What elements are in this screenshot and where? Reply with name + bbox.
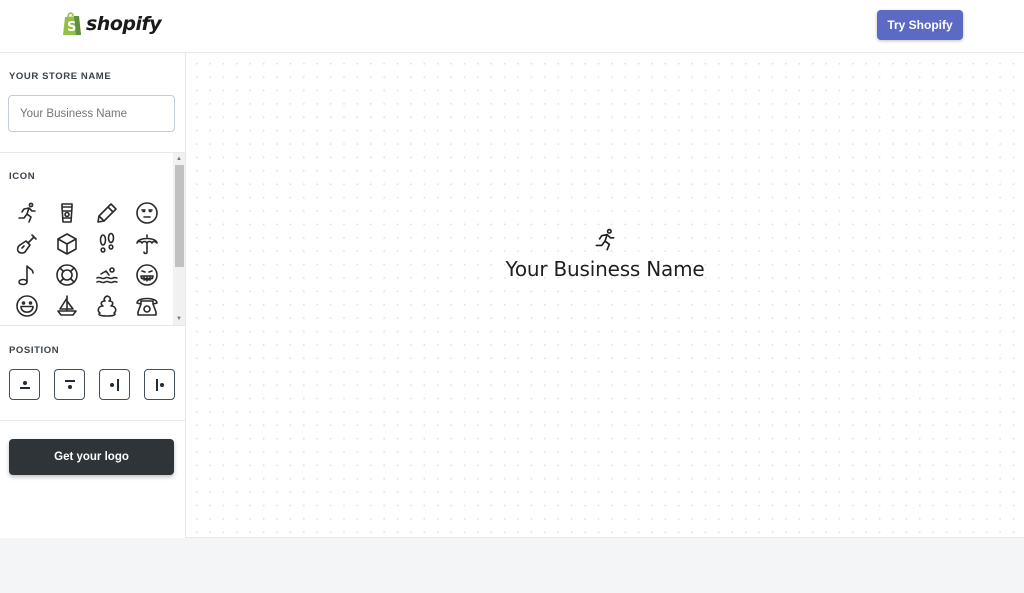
- store-name-input[interactable]: [8, 95, 175, 132]
- icon-section: ICON ▲ ▼: [0, 153, 185, 326]
- store-name-section: YOUR STORE NAME: [0, 53, 185, 153]
- icon-option-umbrella[interactable]: [127, 228, 167, 259]
- logo-preview-canvas: Your Business Name: [186, 53, 1024, 538]
- line-icon: [65, 380, 75, 382]
- icon-grid: [7, 197, 167, 321]
- poop-icon: [97, 294, 117, 317]
- position-icon-above-button[interactable]: [54, 369, 85, 400]
- logo-preview: Your Business Name: [186, 227, 1024, 281]
- grinning-teeth-face-icon: [136, 263, 158, 286]
- icon-option-cube[interactable]: [47, 228, 87, 259]
- line-icon: [156, 379, 158, 391]
- lifebuoy-icon: [56, 263, 78, 286]
- icon-option-grinning-teeth-face[interactable]: [127, 259, 167, 290]
- line-icon: [117, 379, 119, 391]
- pencil-icon: [97, 202, 117, 223]
- dot-icon: [110, 383, 114, 387]
- umbrella-icon: [136, 233, 158, 254]
- top-header: S shopify Try Shopify: [0, 0, 1024, 53]
- footprints-icon: [99, 232, 115, 253]
- position-options: [9, 369, 175, 400]
- store-name-heading: YOUR STORE NAME: [9, 71, 112, 82]
- icon-option-sailboat[interactable]: [47, 290, 87, 321]
- icon-option-footprints[interactable]: [87, 228, 127, 259]
- icon-option-poop[interactable]: [87, 290, 127, 321]
- icon-option-shovel[interactable]: [7, 228, 47, 259]
- dot-icon: [23, 381, 27, 385]
- scroll-thumb[interactable]: [175, 165, 184, 267]
- position-section: POSITION: [0, 326, 185, 421]
- position-icon-right-button[interactable]: [144, 369, 175, 400]
- icon-option-laughing-face[interactable]: [7, 290, 47, 321]
- icon-option-swimmer[interactable]: [87, 259, 127, 290]
- shopify-logo[interactable]: S shopify: [61, 11, 162, 36]
- icon-option-telephone[interactable]: [127, 290, 167, 321]
- unamused-face-icon: [136, 201, 158, 224]
- brand-wordmark: shopify: [86, 12, 162, 35]
- shopify-bag-icon: S: [63, 12, 81, 35]
- line-icon: [20, 387, 30, 389]
- try-shopify-button[interactable]: Try Shopify: [877, 10, 963, 40]
- icon-option-lifebuoy[interactable]: [47, 259, 87, 290]
- svg-text:S: S: [67, 20, 76, 35]
- icon-option-running-person[interactable]: [7, 197, 47, 228]
- sailboat-icon: [57, 294, 77, 316]
- running-person-icon: [18, 202, 36, 223]
- position-heading: POSITION: [9, 345, 60, 356]
- page-footer: [0, 538, 1024, 593]
- dot-icon: [68, 385, 72, 389]
- coffee-cup-icon: [61, 202, 73, 223]
- icon-option-unamused-face[interactable]: [127, 197, 167, 228]
- laughing-face-icon: [16, 294, 38, 317]
- shovel-icon: [16, 233, 37, 254]
- cube-icon: [57, 232, 77, 255]
- editor-sidebar: YOUR STORE NAME ICON: [0, 53, 186, 538]
- position-icon-left-button[interactable]: [99, 369, 130, 400]
- icon-option-music-note[interactable]: [7, 259, 47, 290]
- swimmer-icon: [96, 266, 118, 283]
- scroll-up-arrow-icon[interactable]: ▲: [173, 153, 185, 165]
- position-icon-above-small-button[interactable]: [9, 369, 40, 400]
- music-note-icon: [18, 264, 34, 285]
- icon-heading: ICON: [9, 171, 36, 182]
- icon-option-coffee-cup[interactable]: [47, 197, 87, 228]
- icon-scrollbar[interactable]: ▲ ▼: [173, 153, 185, 325]
- telephone-icon: [136, 297, 158, 316]
- scroll-down-arrow-icon[interactable]: ▼: [173, 313, 185, 325]
- running-person-icon: [595, 228, 615, 251]
- get-your-logo-button[interactable]: Get your logo: [9, 439, 174, 475]
- dot-icon: [160, 383, 164, 387]
- preview-business-name: Your Business Name: [505, 257, 705, 281]
- icon-option-pencil[interactable]: [87, 197, 127, 228]
